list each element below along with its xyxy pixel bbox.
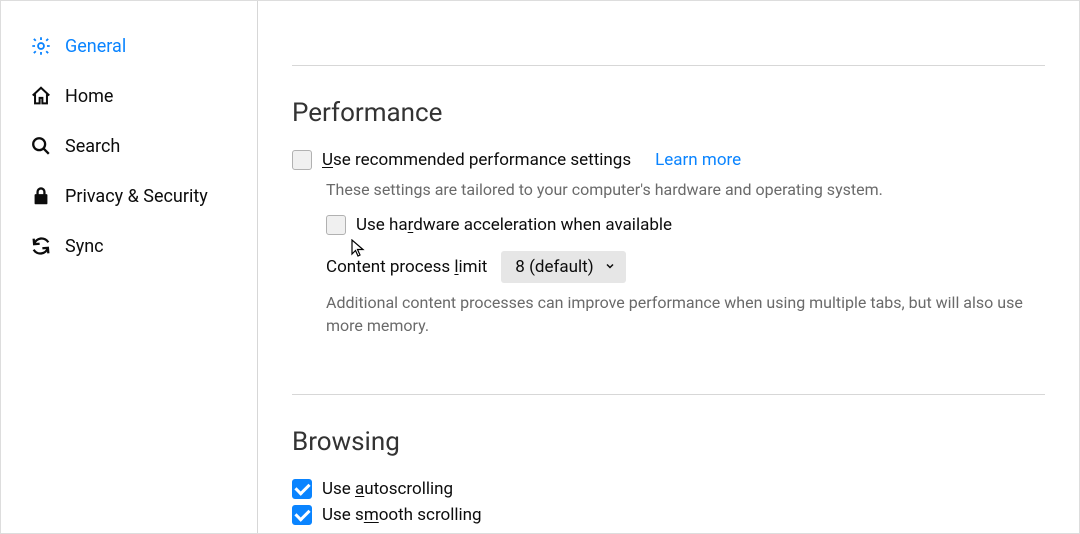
sidebar-item-label: Privacy & Security (65, 186, 208, 207)
learn-more-link[interactable]: Learn more (655, 150, 741, 170)
select-value: 8 (default) (515, 257, 593, 277)
hw-accel-checkbox[interactable] (326, 215, 346, 235)
sidebar-item-privacy[interactable]: Privacy & Security (1, 171, 257, 221)
sidebar-item-label: Search (65, 136, 120, 157)
autoscroll-checkbox[interactable] (292, 479, 312, 499)
gear-icon (29, 34, 53, 58)
autoscroll-label: Use autoscrolling (322, 479, 453, 499)
divider (292, 394, 1045, 395)
performance-heading: Performance (292, 98, 1045, 128)
settings-content: Performance Use recommended performance … (258, 1, 1079, 533)
sync-icon (29, 234, 53, 258)
recommended-perf-label: Use recommended performance settings (322, 150, 631, 170)
recommended-perf-checkbox[interactable] (292, 150, 312, 170)
sidebar-item-label: General (65, 36, 126, 57)
sidebar-item-label: Home (65, 86, 113, 107)
divider (292, 65, 1045, 66)
smooth-scroll-row: Use smooth scrolling (292, 505, 1045, 525)
hw-accel-row: Use hardware acceleration when available (326, 215, 1045, 235)
sidebar-item-general[interactable]: General (1, 21, 257, 71)
browsing-heading: Browsing (292, 427, 1045, 457)
chevron-down-icon (604, 257, 616, 277)
perf-tailored-text: These settings are tailored to your comp… (326, 178, 1045, 201)
home-icon (29, 84, 53, 108)
sidebar-item-label: Sync (65, 236, 104, 257)
recommended-perf-row: Use recommended performance settings Lea… (292, 150, 1045, 170)
sidebar-item-home[interactable]: Home (1, 71, 257, 121)
sidebar-item-search[interactable]: Search (1, 121, 257, 171)
perf-additional-text: Additional content processes can improve… (326, 291, 1045, 337)
smooth-scroll-checkbox[interactable] (292, 505, 312, 525)
content-process-label: Content process limit (326, 257, 487, 277)
settings-sidebar: General Home Search Privacy & Security S… (1, 1, 258, 533)
content-process-row: Content process limit 8 (default) (326, 251, 1045, 283)
search-icon (29, 134, 53, 158)
hw-accel-label: Use hardware acceleration when available (356, 215, 672, 235)
sidebar-item-sync[interactable]: Sync (1, 221, 257, 271)
content-process-select[interactable]: 8 (default) (501, 251, 625, 283)
lock-icon (29, 184, 53, 208)
smooth-scroll-label: Use smooth scrolling (322, 505, 482, 525)
autoscroll-row: Use autoscrolling (292, 479, 1045, 499)
